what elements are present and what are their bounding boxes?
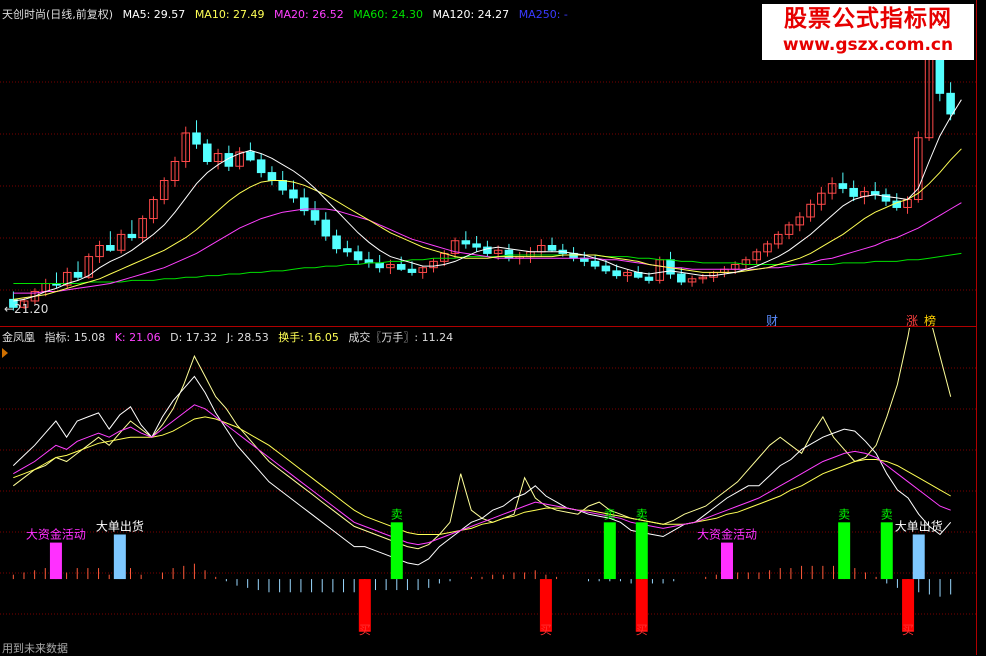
candle-body [289,189,298,199]
candle-body [310,210,320,221]
candle-body [612,270,621,277]
signal-label: 卖 [838,507,850,521]
buy-label: 买 [636,623,648,637]
signal-label: 大资金活动 [697,527,757,542]
signal-bar [603,522,616,580]
candle-body [644,276,654,281]
candle-body [946,92,955,115]
candle-body [849,187,858,197]
ma60-label: MA60: 24.30 [353,8,423,21]
ma5-label: MA5: 29.57 [122,8,186,21]
buy-label: 买 [359,623,371,637]
price-legend: 天创时尚(日线,前复权) MA5: 29.57 MA10: 27.49 MA20… [2,8,574,21]
candle-body [192,132,201,145]
candle-body [461,240,471,245]
j-line [12,375,952,566]
candle-body [472,243,481,248]
ma250-label: MA250: - [518,8,568,21]
signal-bar [838,522,851,580]
candle-body [267,172,277,182]
signal-label: 卖 [604,507,616,521]
buy-label: 买 [902,623,914,637]
j-value: J: 28.53 [226,331,269,344]
signal-bar [113,534,126,580]
ma10-line [13,148,962,300]
signal-bar [720,542,733,580]
candle-body [332,235,341,250]
watermark-logo: 股票公式指标网 www.gszx.com.cn [762,4,974,60]
signal-label: 卖 [881,507,893,521]
candle-body [547,245,557,251]
candle-body [407,268,417,273]
future-data-note: 用到未来数据 [2,642,68,655]
signal-bar [880,522,893,580]
ma120-label: MA120: 24.27 [432,8,510,21]
indicator-chart[interactable]: 大资金活动大单出货卖卖卖大资金活动卖 卖大单出货买买买买 [0,328,986,655]
panel-divider [0,326,976,327]
stock-title: 天创时尚(日线,前复权) [2,8,114,21]
signal-label: 大单出货 [895,518,943,533]
candle-body [601,265,611,272]
candle-body [106,245,115,251]
ma5-line [13,99,962,302]
watermark-title: 股票公式指标网 [784,6,952,32]
signal-bar [49,542,62,580]
candle-body [375,262,384,269]
signal-bar [635,522,648,580]
d-value: D: 17.32 [170,331,218,344]
indicator-title: 金凤凰 [2,331,35,344]
candle-body [590,260,600,267]
ma10-label: MA10: 27.49 [194,8,265,21]
candle-body [256,159,266,174]
buy-label: 买 [540,623,552,637]
expand-arrow-icon[interactable] [2,348,8,358]
candle-body [677,273,686,283]
candle-body [838,183,848,189]
k-value: K: 21.06 [114,331,161,344]
indicator-value: 指标: 15.08 [44,331,106,344]
candle-body [353,251,363,261]
signal-label: 大资金活动 [26,527,86,542]
candle-body [396,264,406,270]
candle-body [127,233,137,239]
volume-value: 成交〖万手〗: 11.24 [348,331,454,344]
candle-body [343,248,352,253]
low-price-marker: ←21.20 [4,302,49,316]
indicator-line [12,328,952,550]
signal-label: 大单出货 [96,518,144,533]
signal-bar [390,522,403,580]
signal-label: 卖 [636,507,648,521]
candle-body [278,180,287,191]
candle-body [321,219,331,237]
candle-body [73,271,83,278]
watermark-url: www.gszx.com.cn [782,35,954,55]
k-line [13,404,951,546]
signal-label: 卖 [391,507,403,521]
indicator-legend: 金凤凰 指标: 15.08 K: 21.06 D: 17.32 J: 28.53… [2,331,459,344]
ma20-label: MA20: 26.52 [274,8,344,21]
turnover-value: 换手: 16.05 [278,331,339,344]
indicator-panel: 大资金活动 大单出货卖卖卖大资金活动卖卖大单出货买买买买 金凤凰 指标: 15.0… [0,328,986,655]
signal-bar [912,534,925,580]
candle-body [246,151,255,161]
candle-body [203,143,212,162]
